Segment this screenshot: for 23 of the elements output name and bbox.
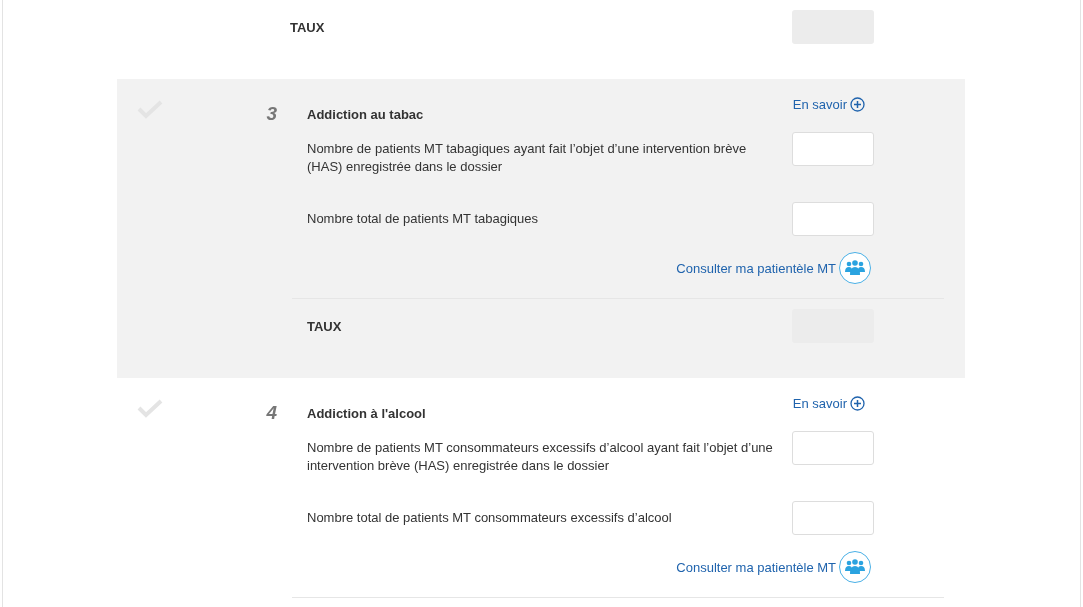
people-icon <box>844 559 866 575</box>
plus-circle-icon <box>850 396 865 411</box>
info-link[interactable]: En savoir <box>792 97 865 112</box>
people-icon <box>844 260 866 276</box>
field-label: Nombre total de patients MT consommateurs excessifs d’alcool <box>307 509 673 527</box>
rate-label: TAUX <box>290 19 326 35</box>
section-number: 3 <box>265 102 277 126</box>
info-link[interactable]: En savoir <box>792 396 865 411</box>
field-label: Nombre de patients MT consommateurs excessifs d’alcool ayant fait l’objet d’une intervention brève (HAS) enregistrée dans le dossier <box>307 439 774 475</box>
plus-circle-icon <box>850 97 865 112</box>
checkmark-icon <box>137 398 163 418</box>
section-title: Addiction au tabac <box>307 107 424 122</box>
patients-link[interactable]: Consulter ma patientèle MT <box>676 551 871 583</box>
section-number: 4 <box>265 401 277 425</box>
input-field[interactable] <box>792 431 874 465</box>
rate-label: TAUX <box>307 318 343 334</box>
input-field[interactable] <box>792 132 874 166</box>
input-field[interactable] <box>792 202 874 236</box>
field-label: Nombre total de patients MT tabagiques <box>307 210 539 228</box>
patients-link[interactable]: Consulter ma patientèle MT <box>676 252 871 284</box>
section-title: Addiction à l'alcool <box>307 406 426 421</box>
field-label: Nombre de patients MT tabagiques ayant fait l’objet d’une intervention brève (HAS) enregistrée dans le dossier <box>307 140 748 176</box>
input-field[interactable] <box>792 501 874 535</box>
